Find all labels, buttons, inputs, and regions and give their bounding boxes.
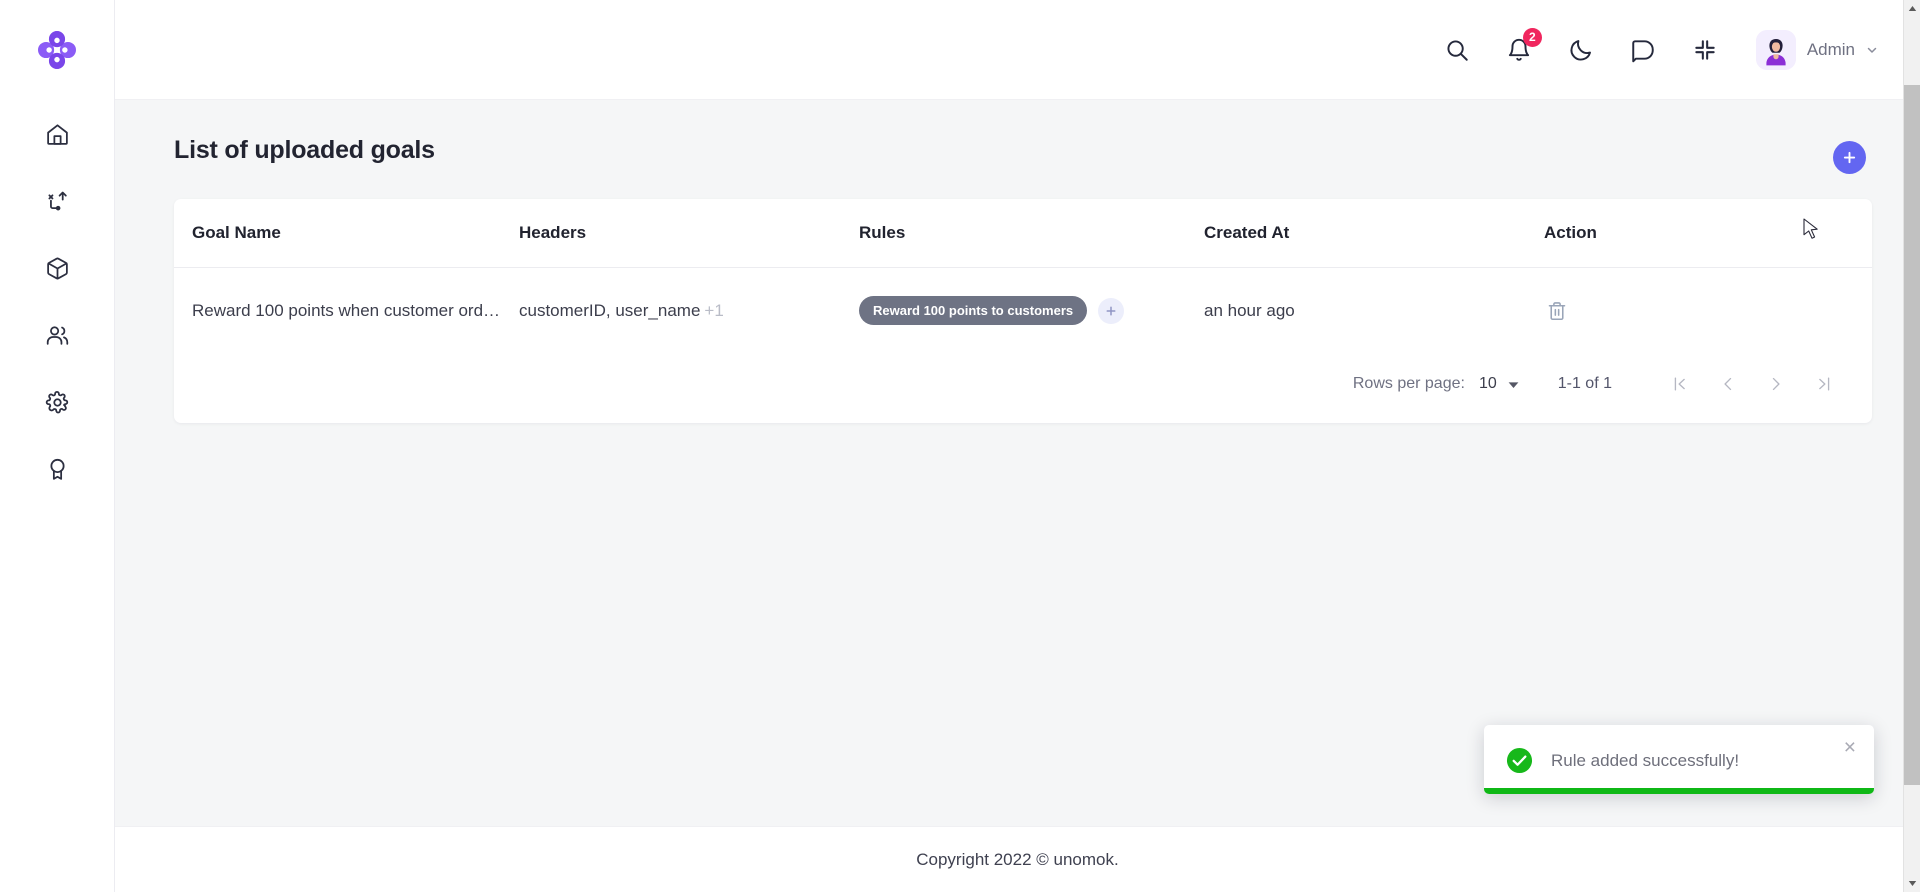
chat-icon — [1630, 37, 1656, 63]
cell-rules: Reward 100 points to customers — [859, 268, 1204, 354]
cell-created-at: an hour ago — [1204, 268, 1544, 354]
notifications-button[interactable]: 2 — [1504, 35, 1534, 65]
collapse-icon — [1692, 37, 1718, 63]
sidebar — [0, 0, 115, 892]
column-header-goal-name: Goal Name — [174, 199, 519, 268]
pagination-range-label: 1-1 of 1 — [1558, 375, 1612, 393]
next-page-button[interactable] — [1752, 367, 1800, 401]
sidebar-item-settings[interactable] — [34, 382, 80, 422]
messages-button[interactable] — [1628, 35, 1658, 65]
search-icon — [1444, 37, 1470, 63]
scrollbar-thumb[interactable] — [1904, 85, 1920, 785]
column-header-rules: Rules — [859, 199, 1204, 268]
chevron-right-icon — [1766, 374, 1786, 394]
delete-goal-button[interactable] — [1546, 300, 1568, 322]
unomok-logo-icon — [36, 29, 78, 71]
sidebar-item-products[interactable] — [34, 248, 80, 288]
plus-icon — [1105, 305, 1117, 317]
app-logo[interactable] — [0, 0, 114, 100]
avatar — [1756, 30, 1796, 70]
caret-down-icon — [1908, 880, 1917, 887]
sidebar-item-rewards[interactable] — [34, 449, 80, 489]
table-row: Reward 100 points when customer ord… cus… — [174, 268, 1872, 354]
topbar-icon-group: 2 — [1442, 30, 1878, 70]
chevron-left-icon — [1718, 374, 1738, 394]
goals-card: Goal Name Headers Rules Created At Actio… — [174, 199, 1872, 423]
toast-progress-bar — [1484, 788, 1874, 794]
scrollbar-down-button[interactable] — [1904, 875, 1920, 892]
rows-per-page-value: 10 — [1479, 375, 1497, 393]
caret-up-icon — [1908, 5, 1917, 12]
user-menu[interactable]: Admin — [1756, 30, 1878, 70]
users-icon — [45, 323, 70, 348]
rule-chip[interactable]: Reward 100 points to customers — [859, 296, 1087, 325]
cell-headers: customerID, user_name+1 — [519, 268, 859, 354]
copyright-text: Copyright 2022 © unomok. — [916, 850, 1118, 870]
user-name-label: Admin — [1807, 40, 1855, 60]
toast-message: Rule added successfully! — [1551, 751, 1856, 771]
search-button[interactable] — [1442, 35, 1472, 65]
last-page-icon — [1814, 374, 1834, 394]
success-check-icon — [1506, 747, 1533, 774]
toast-notification: Rule added successfully! × — [1484, 725, 1874, 794]
sidebar-item-customers[interactable] — [34, 315, 80, 355]
cell-action — [1544, 268, 1872, 354]
column-header-action: Action — [1544, 199, 1872, 268]
content-header: List of uploaded goals — [159, 136, 1872, 174]
journey-route-icon — [45, 189, 70, 214]
table-body: Reward 100 points when customer ord… cus… — [174, 268, 1872, 354]
cell-goal-name: Reward 100 points when customer ord… — [174, 268, 519, 354]
sidebar-nav — [0, 114, 114, 489]
moon-icon — [1568, 37, 1594, 63]
exit-fullscreen-button[interactable] — [1690, 35, 1720, 65]
caret-down-icon — [1507, 378, 1520, 391]
content-area: List of uploaded goals Goal Name Headers… — [115, 100, 1920, 826]
sidebar-item-home[interactable] — [34, 114, 80, 154]
rows-per-page-select[interactable]: 10 — [1479, 375, 1520, 393]
rules-chip-group: Reward 100 points to customers — [859, 296, 1204, 325]
headers-text: customerID, user_name — [519, 301, 700, 320]
add-rule-button[interactable] — [1098, 298, 1124, 324]
plus-icon — [1842, 150, 1857, 165]
table-header: Goal Name Headers Rules Created At Actio… — [174, 199, 1872, 268]
table-header-row: Goal Name Headers Rules Created At Actio… — [174, 199, 1872, 268]
page-title: List of uploaded goals — [174, 136, 435, 165]
scrollbar-track[interactable] — [1904, 17, 1920, 875]
scrollbar-up-button[interactable] — [1904, 0, 1920, 17]
pagination-bar: Rows per page: 10 1-1 of 1 — [174, 353, 1872, 423]
toast-close-button[interactable]: × — [1840, 735, 1860, 760]
first-page-button[interactable] — [1656, 367, 1704, 401]
last-page-button[interactable] — [1800, 367, 1848, 401]
top-navbar: 2 — [115, 0, 1920, 100]
browser-scrollbar[interactable] — [1903, 0, 1920, 892]
rows-per-page-label: Rows per page: — [1353, 375, 1465, 393]
previous-page-button[interactable] — [1704, 367, 1752, 401]
award-badge-icon — [45, 457, 70, 482]
headers-extra-count[interactable]: +1 — [704, 301, 723, 320]
avatar-icon — [1756, 30, 1796, 70]
page-footer: Copyright 2022 © unomok. — [115, 826, 1920, 892]
sidebar-item-journey[interactable] — [34, 181, 80, 221]
add-goal-button[interactable] — [1833, 141, 1866, 174]
goals-table: Goal Name Headers Rules Created At Actio… — [174, 199, 1872, 353]
first-page-icon — [1670, 374, 1690, 394]
column-header-headers: Headers — [519, 199, 859, 268]
home-icon — [45, 122, 70, 147]
goal-name-text: Reward 100 points when customer ord… — [192, 301, 519, 321]
gear-icon — [45, 390, 70, 415]
main-column: 2 — [115, 0, 1920, 892]
app-root: 2 — [0, 0, 1920, 892]
column-header-created-at: Created At — [1204, 199, 1544, 268]
notification-badge: 2 — [1523, 28, 1542, 47]
trash-icon — [1546, 300, 1568, 322]
chevron-down-icon — [1866, 44, 1878, 56]
dark-mode-toggle[interactable] — [1566, 35, 1596, 65]
package-box-icon — [45, 256, 70, 281]
